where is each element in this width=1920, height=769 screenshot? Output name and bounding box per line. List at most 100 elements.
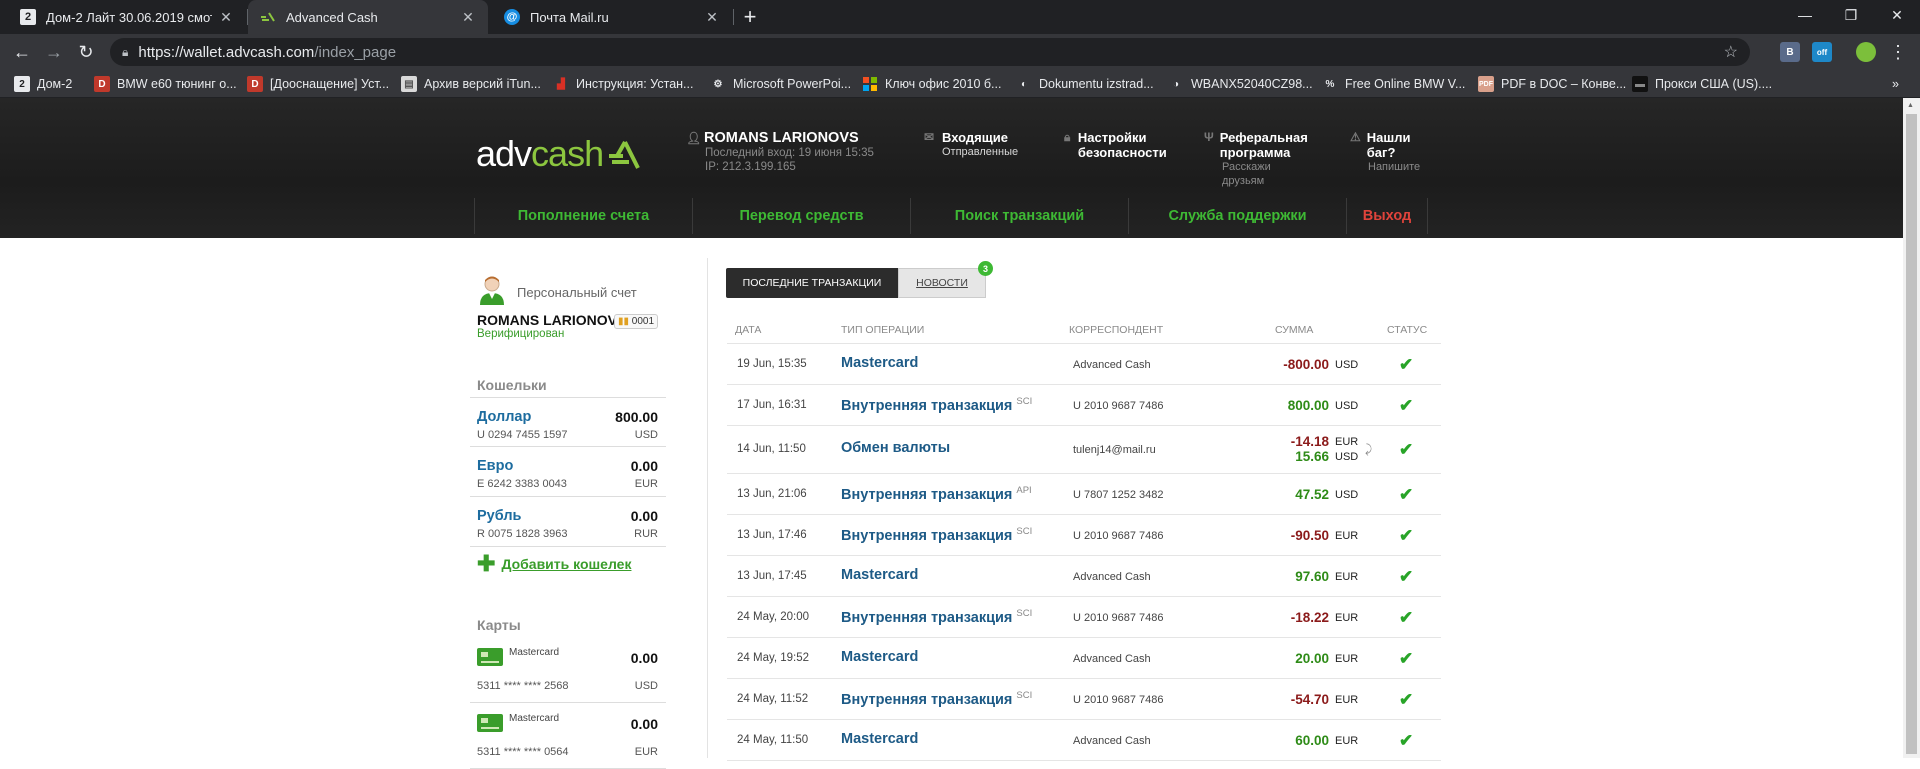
transaction-row[interactable]: 24 May, 11:50 Mastercard Advanced Cash 60.0…	[727, 720, 1441, 761]
nav-transfer[interactable]: Перевод средств	[692, 198, 910, 234]
browser-tab-mail[interactable]: @ Почта Mail.ru ✕	[492, 0, 732, 34]
wallet-rub[interactable]: Рубль R 0075 1828 3963 0.00 RUR	[470, 497, 666, 547]
sent-link[interactable]: Отправленные	[942, 145, 1018, 159]
bookmark-item[interactable]: D [Дооснащение] Уст...	[247, 75, 389, 93]
close-tab-icon[interactable]: ✕	[218, 9, 234, 26]
address-bar[interactable]: 🔒︎ https://wallet.advcash.com /index_pag…	[110, 38, 1750, 66]
back-icon[interactable]: ←	[10, 40, 34, 64]
tab-recent-transactions[interactable]: ПОСЛЕДНИЕ ТРАНЗАКЦИИ	[726, 268, 898, 298]
transaction-type[interactable]: Внутренняя транзакция SCI	[841, 396, 1032, 414]
close-window-icon[interactable]: ✕	[1874, 0, 1920, 30]
account-level-badge: ▮▮ 0001	[614, 314, 659, 329]
reload-icon[interactable]: ↻	[74, 40, 98, 64]
transaction-row[interactable]: 24 May, 19:52 Mastercard Advanced Cash 20.0…	[727, 638, 1441, 679]
bookmark-item[interactable]: 2 Дом-2	[14, 75, 72, 93]
transaction-amount: -14.18	[1290, 434, 1329, 449]
card-eur[interactable]: Mastercard 5311 **** **** 0564 0.00 EUR	[470, 703, 666, 769]
scroll-thumb[interactable]	[1906, 114, 1917, 754]
security-settings-link[interactable]: 🔒︎ Настройки безопасности	[1064, 130, 1184, 160]
bookmark-item[interactable]: D BMW e60 тюнинг о...	[94, 75, 237, 93]
transaction-date: 19 Jun, 15:35	[737, 358, 807, 370]
transaction-currency: EUR	[1335, 735, 1359, 747]
page-scrollbar[interactable]: ▲	[1903, 98, 1920, 758]
wallet-eur[interactable]: Евро E 6242 3383 0043 0.00 EUR	[470, 447, 666, 497]
profile-avatar-icon[interactable]	[1856, 42, 1876, 62]
wallet-currency: USD	[634, 429, 658, 441]
browser-tab-advcash[interactable]: Advanced Cash ✕	[248, 0, 488, 34]
transaction-type[interactable]: Mastercard	[841, 567, 918, 583]
transaction-currency: EUR	[1335, 436, 1359, 448]
nav-logout[interactable]: Выход	[1346, 198, 1428, 234]
transaction-type[interactable]: Обмен валюты	[841, 440, 950, 456]
transaction-row[interactable]: 13 Jun, 17:45 Mastercard Advanced Cash 97.6…	[727, 556, 1441, 597]
transaction-type[interactable]: Внутренняя транзакция SCI	[841, 526, 1032, 544]
bookmark-item[interactable]: ▬ Прокси США (US)....	[1632, 75, 1772, 93]
wallet-currency: EUR	[634, 478, 658, 490]
transaction-row[interactable]: 14 Jun, 11:50 Обмен валюты tulenj14@mail.r…	[727, 426, 1441, 474]
wallet-usd[interactable]: Доллар U 0294 7455 1597 800.00 USD	[470, 397, 666, 447]
bookmark-item[interactable]: ◐ Dokumentu izstrad...	[1016, 75, 1154, 93]
transaction-row[interactable]: 13 Jun, 17:46 Внутренняя транзакция SCI U 2…	[727, 515, 1441, 556]
bookmark-item[interactable]: ⚙ Microsoft PowerPoi...	[710, 75, 852, 93]
close-tab-icon[interactable]: ✕	[704, 9, 720, 26]
forward-icon[interactable]: →	[42, 40, 66, 64]
transaction-row[interactable]: 24 May, 11:52 Внутренняя транзакция SCI U 2…	[727, 679, 1441, 720]
transaction-type[interactable]: Внутренняя транзакция SCI	[841, 690, 1032, 708]
report-bug-link[interactable]: ⚠ Нашли баг? Напишите	[1350, 130, 1430, 174]
bookmark-label: BMW e60 тюнинг о...	[117, 77, 237, 91]
transaction-date: 24 May, 11:52	[737, 693, 809, 705]
close-tab-icon[interactable]: ✕	[460, 9, 476, 26]
transaction-type[interactable]: Внутренняя транзакция SCI	[841, 608, 1032, 626]
transaction-tag: API	[1016, 485, 1032, 496]
card-icon	[477, 648, 503, 666]
bookmark-item[interactable]: ▟ Инструкция: Устан...	[553, 75, 693, 93]
transaction-correspondent: Advanced Cash	[1073, 571, 1151, 583]
transaction-row[interactable]: 19 Jun, 15:35 Mastercard Advanced Cash -800…	[727, 344, 1441, 385]
bug-sub: Напишите	[1368, 161, 1421, 173]
microsoft-icon	[862, 76, 878, 92]
transaction-type[interactable]: Mastercard	[841, 355, 918, 371]
new-tab-button[interactable]: +	[736, 0, 764, 34]
inbox-link[interactable]: ✉ Входящие Отправленные	[924, 130, 1018, 159]
bookmark-item[interactable]: ◑ WBANX52040CZ98...	[1168, 75, 1313, 93]
restore-icon[interactable]: ❐	[1828, 0, 1874, 30]
transaction-type[interactable]: Mastercard	[841, 731, 918, 747]
nav-search-transactions[interactable]: Поиск транзакций	[910, 198, 1128, 234]
transaction-type[interactable]: Mastercard	[841, 649, 918, 665]
nav-deposit[interactable]: Пополнение счета	[474, 198, 692, 234]
add-wallet-button[interactable]: ✚ Добавить кошелек	[477, 553, 631, 575]
transaction-type-label: Внутренняя транзакция	[841, 398, 1013, 414]
transaction-type-label: Mastercard	[841, 355, 919, 371]
transaction-correspondent: U 7807 1252 3482	[1073, 489, 1164, 501]
bookmark-item[interactable]: % Free Online BMW V...	[1322, 75, 1466, 93]
nav-support[interactable]: Служба поддержки	[1128, 198, 1346, 234]
status-check-icon: ✔	[1399, 526, 1414, 545]
minimize-icon[interactable]: —	[1782, 0, 1828, 30]
account-name: ROMANS LARIONOVS	[477, 312, 627, 328]
transaction-correspondent: U 2010 9687 7486	[1073, 612, 1164, 624]
more-bookmarks-icon[interactable]: »	[1892, 75, 1899, 93]
bookmark-item[interactable]: ▤ Архив версий iTun...	[401, 75, 541, 93]
bug-icon: ⚠	[1350, 130, 1361, 144]
menu-dots-icon[interactable]: ⋮	[1886, 40, 1910, 64]
transaction-row[interactable]: 13 Jun, 21:06 Внутренняя транзакция API U 7…	[727, 474, 1441, 515]
transaction-correspondent: U 2010 9687 7486	[1073, 530, 1164, 542]
transaction-row[interactable]: 24 May, 20:00 Внутренняя транзакция SCI U 2…	[727, 597, 1441, 638]
bookmark-star-icon[interactable]: ☆	[1724, 42, 1738, 62]
bookmark-label: PDF в DOC – Конве...	[1501, 77, 1627, 91]
card-usd[interactable]: Mastercard 5311 **** **** 2568 0.00 USD	[470, 637, 666, 703]
transaction-type[interactable]: Внутренняя транзакция API	[841, 485, 1032, 503]
tab-news[interactable]: НОВОСТИ 3	[898, 261, 993, 298]
advcash-logo[interactable]: adv cash	[476, 133, 641, 174]
browser-tab-dom2[interactable]: 2 Дом-2 Лайт 30.06.2019 смотреть ✕	[8, 0, 246, 34]
bookmarks-bar: 2 Дом-2 D BMW e60 тюнинг о... D [Дооснащени…	[0, 70, 1920, 98]
mail-at-icon: @	[504, 9, 520, 25]
bookmark-item[interactable]: PDF PDF в DOC – Конве...	[1478, 75, 1626, 93]
scroll-up-icon[interactable]: ▲	[1907, 102, 1914, 109]
referral-program-link[interactable]: Ψ Реферальная программа Расскажи друзьям	[1204, 130, 1314, 188]
extension-off-icon[interactable]: off	[1812, 42, 1832, 62]
extension-b-icon[interactable]: B	[1780, 42, 1800, 62]
transaction-row[interactable]: 17 Jun, 16:31 Внутренняя транзакция SCI U 2…	[727, 385, 1441, 426]
bookmark-item[interactable]: Ключ офис 2010 б...	[862, 75, 1001, 93]
transaction-date: 24 May, 11:50	[737, 734, 809, 746]
